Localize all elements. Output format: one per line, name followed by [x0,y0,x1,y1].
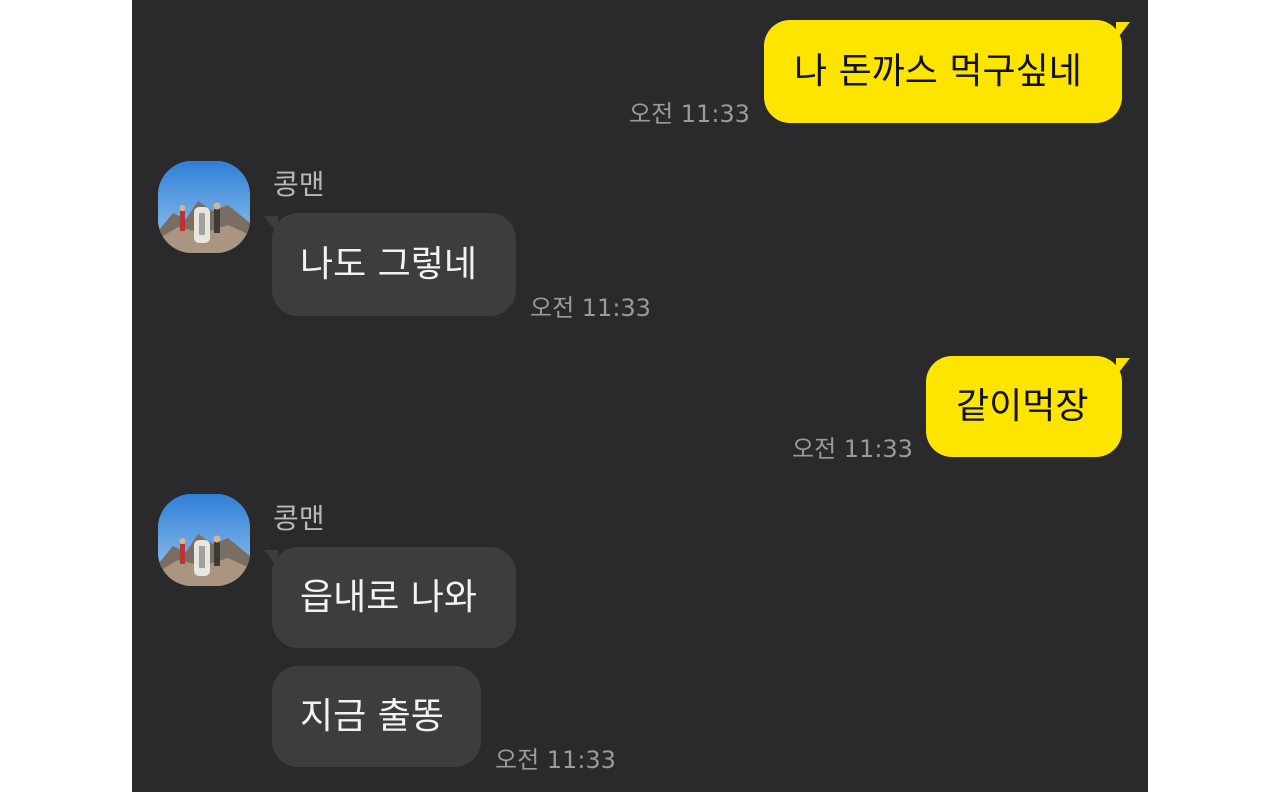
incoming-message[interactable]: 지금 출똥 [272,666,481,767]
chat-area: 나 돈까스 먹구싶네 오전 11:33 콩맨 나도 그렇네 오전 11:33 같… [132,0,1148,792]
outgoing-message[interactable]: 같이먹장 [926,356,1122,457]
message-text: 같이먹장 [956,385,1089,427]
incoming-message[interactable]: 읍내로 나와 [272,547,516,648]
message-text: 나도 그렇네 [300,243,478,285]
incoming-message[interactable]: 나도 그렇네 [272,213,516,316]
message-timestamp: 오전 11:33 [629,100,750,128]
message-text: 읍내로 나와 [300,576,478,618]
message-timestamp: 오전 11:33 [530,294,651,322]
message-text: 지금 출똥 [300,695,444,737]
profile-photo-icon [158,161,250,253]
sender-name: 콩맨 [273,502,325,535]
profile-photo-icon [158,494,250,586]
avatar[interactable] [158,161,250,253]
sender-name: 콩맨 [273,168,325,201]
outgoing-message[interactable]: 나 돈까스 먹구싶네 [764,20,1122,123]
message-text: 나 돈까스 먹구싶네 [794,50,1082,92]
message-timestamp: 오전 11:33 [495,746,616,774]
message-timestamp: 오전 11:33 [792,435,913,463]
avatar[interactable] [158,494,250,586]
